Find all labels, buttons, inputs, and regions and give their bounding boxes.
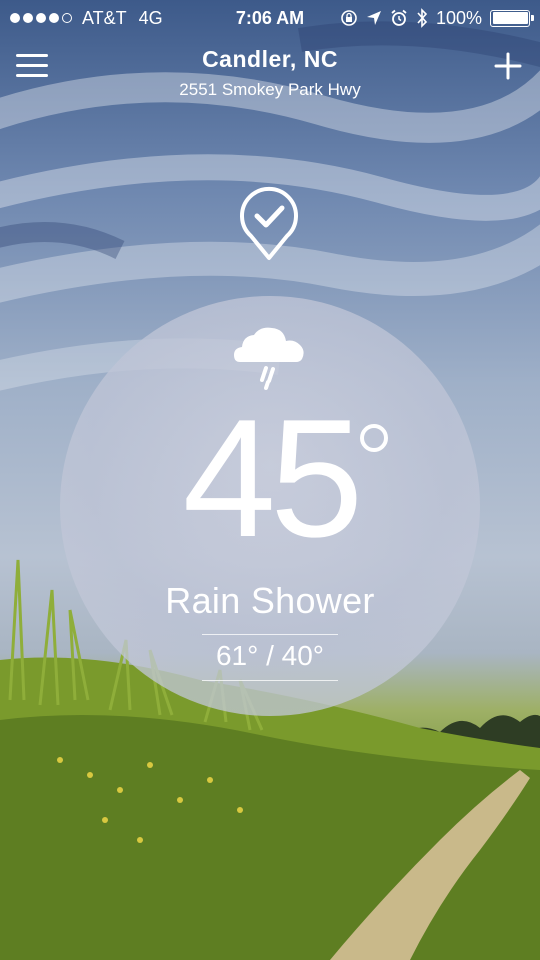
divider-bottom — [202, 680, 338, 681]
add-location-button[interactable] — [494, 52, 522, 80]
orientation-lock-icon — [340, 9, 358, 27]
location-arrow-icon — [366, 10, 382, 26]
header: Candler, NC 2551 Smokey Park Hwy — [0, 40, 540, 104]
current-temperature: 45 — [182, 384, 364, 572]
battery-icon — [490, 9, 534, 27]
plus-icon — [494, 52, 522, 80]
status-right: 100% — [340, 0, 534, 36]
status-bar: AT&T 4G 7:06 AM 100% — [0, 0, 540, 36]
high-low-temperature: 61° / 40° — [215, 640, 325, 671]
alarm-icon — [390, 9, 408, 27]
degree-symbol-icon — [360, 424, 388, 452]
location-check-pin-icon[interactable] — [238, 186, 300, 262]
weather-condition: Rain Shower — [165, 580, 375, 621]
divider-top — [202, 634, 338, 635]
bluetooth-icon — [416, 8, 428, 28]
location-title: Candler, NC — [202, 46, 338, 72]
weather-screen: AT&T 4G 7:06 AM 100% Candler, NC 2551 Sm… — [0, 0, 540, 960]
battery-percent: 100% — [435, 8, 482, 28]
location-address: 2551 Smokey Park Hwy — [179, 80, 361, 99]
